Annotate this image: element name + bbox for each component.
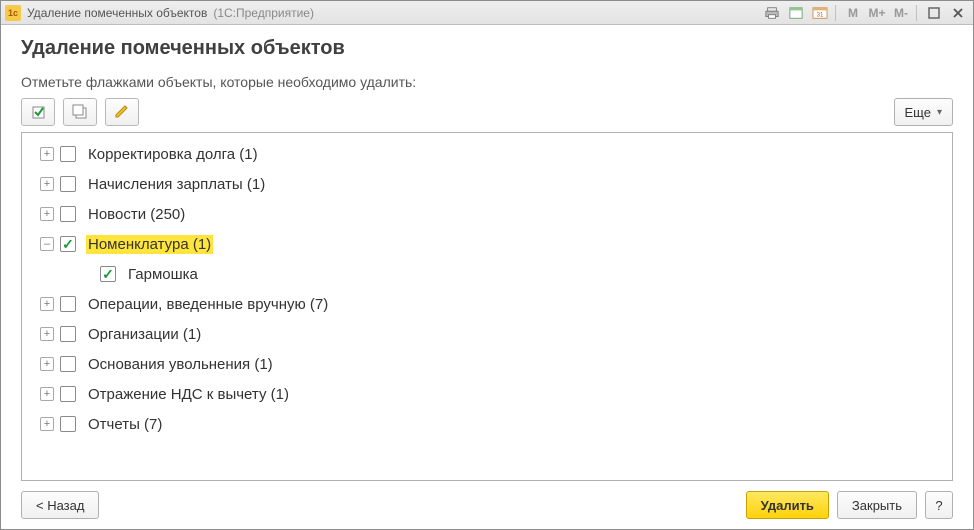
- tree-node-label: Операции, введенные вручную (7): [86, 295, 330, 314]
- more-label: Еще: [905, 105, 931, 120]
- instruction-text: Отметьте флажками объекты, которые необх…: [21, 74, 953, 90]
- tree-node-label: Гармошка: [126, 265, 200, 284]
- help-button[interactable]: ?: [925, 491, 953, 519]
- edit-button[interactable]: [105, 98, 139, 126]
- close-icon[interactable]: [947, 4, 969, 22]
- uncheck-all-button[interactable]: [63, 98, 97, 126]
- tree-child-node[interactable]: Гармошка: [22, 259, 952, 289]
- more-button[interactable]: Еще ▾: [894, 98, 953, 126]
- tree: + Корректировка долга (1) + Начисления зарп…: [22, 133, 952, 445]
- back-button[interactable]: < Назад: [21, 491, 99, 519]
- tree-container[interactable]: + Корректировка долга (1) + Начисления зарп…: [21, 132, 953, 481]
- memory-mplus-button[interactable]: M+: [866, 4, 888, 22]
- expand-icon[interactable]: +: [40, 417, 54, 431]
- checkbox[interactable]: [60, 236, 76, 252]
- window-subtitle: (1С:Предприятие): [213, 6, 314, 20]
- expand-icon[interactable]: +: [40, 207, 54, 221]
- chevron-down-icon: ▾: [937, 107, 942, 118]
- checkbox[interactable]: [60, 146, 76, 162]
- expand-icon[interactable]: +: [40, 297, 54, 311]
- expand-icon[interactable]: +: [40, 177, 54, 191]
- calendar-31-icon[interactable]: 31: [809, 4, 831, 22]
- calendar-icon[interactable]: [785, 4, 807, 22]
- checkbox[interactable]: [60, 386, 76, 402]
- toolbar: Еще ▾: [21, 98, 953, 126]
- tree-node-label: Отражение НДС к вычету (1): [86, 385, 291, 404]
- expand-icon[interactable]: +: [40, 357, 54, 371]
- collapse-icon[interactable]: –: [40, 237, 54, 251]
- tree-node-label: Номенклатура (1): [86, 235, 213, 254]
- tree-node-label: Новости (250): [86, 205, 187, 224]
- tree-node[interactable]: + Отчеты (7): [22, 409, 952, 439]
- check-all-button[interactable]: [21, 98, 55, 126]
- window-title: Удаление помеченных объектов: [27, 6, 207, 20]
- delete-button[interactable]: Удалить: [746, 491, 829, 519]
- tree-node-label: Основания увольнения (1): [86, 355, 275, 374]
- titlebar: 1c Удаление помеченных объектов (1С:Пред…: [1, 1, 973, 25]
- checkbox[interactable]: [60, 326, 76, 342]
- checkbox[interactable]: [60, 356, 76, 372]
- checkbox[interactable]: [60, 296, 76, 312]
- maximize-icon[interactable]: [923, 4, 945, 22]
- tree-node[interactable]: + Основания увольнения (1): [22, 349, 952, 379]
- tree-node-label: Отчеты (7): [86, 415, 164, 434]
- print-icon[interactable]: [761, 4, 783, 22]
- checkbox[interactable]: [60, 206, 76, 222]
- close-button[interactable]: Закрыть: [837, 491, 917, 519]
- page-title: Удаление помеченных объектов: [21, 37, 953, 60]
- content: Удаление помеченных объектов Отметьте фл…: [1, 25, 973, 529]
- memory-mminus-button[interactable]: M-: [890, 4, 912, 22]
- memory-m-button[interactable]: M: [842, 4, 864, 22]
- expand-icon[interactable]: +: [40, 147, 54, 161]
- tree-node-label: Начисления зарплаты (1): [86, 175, 267, 194]
- svg-text:31: 31: [817, 11, 824, 18]
- tree-node[interactable]: + Новости (250): [22, 199, 952, 229]
- window: 1c Удаление помеченных объектов (1С:Пред…: [0, 0, 974, 530]
- expand-icon[interactable]: +: [40, 327, 54, 341]
- tree-node[interactable]: – Номенклатура (1): [22, 229, 952, 259]
- checkbox[interactable]: [60, 416, 76, 432]
- tree-node[interactable]: + Операции, введенные вручную (7): [22, 289, 952, 319]
- tree-node[interactable]: + Отражение НДС к вычету (1): [22, 379, 952, 409]
- app-icon: 1c: [5, 5, 21, 21]
- tree-node[interactable]: + Организации (1): [22, 319, 952, 349]
- footer: < Назад Удалить Закрыть ?: [21, 481, 953, 519]
- tree-node-label: Корректировка долга (1): [86, 145, 260, 164]
- expand-icon[interactable]: +: [40, 387, 54, 401]
- checkbox[interactable]: [100, 266, 116, 282]
- tree-node-label: Организации (1): [86, 325, 203, 344]
- checkbox[interactable]: [60, 176, 76, 192]
- tree-node[interactable]: + Начисления зарплаты (1): [22, 169, 952, 199]
- tree-node[interactable]: + Корректировка долга (1): [22, 139, 952, 169]
